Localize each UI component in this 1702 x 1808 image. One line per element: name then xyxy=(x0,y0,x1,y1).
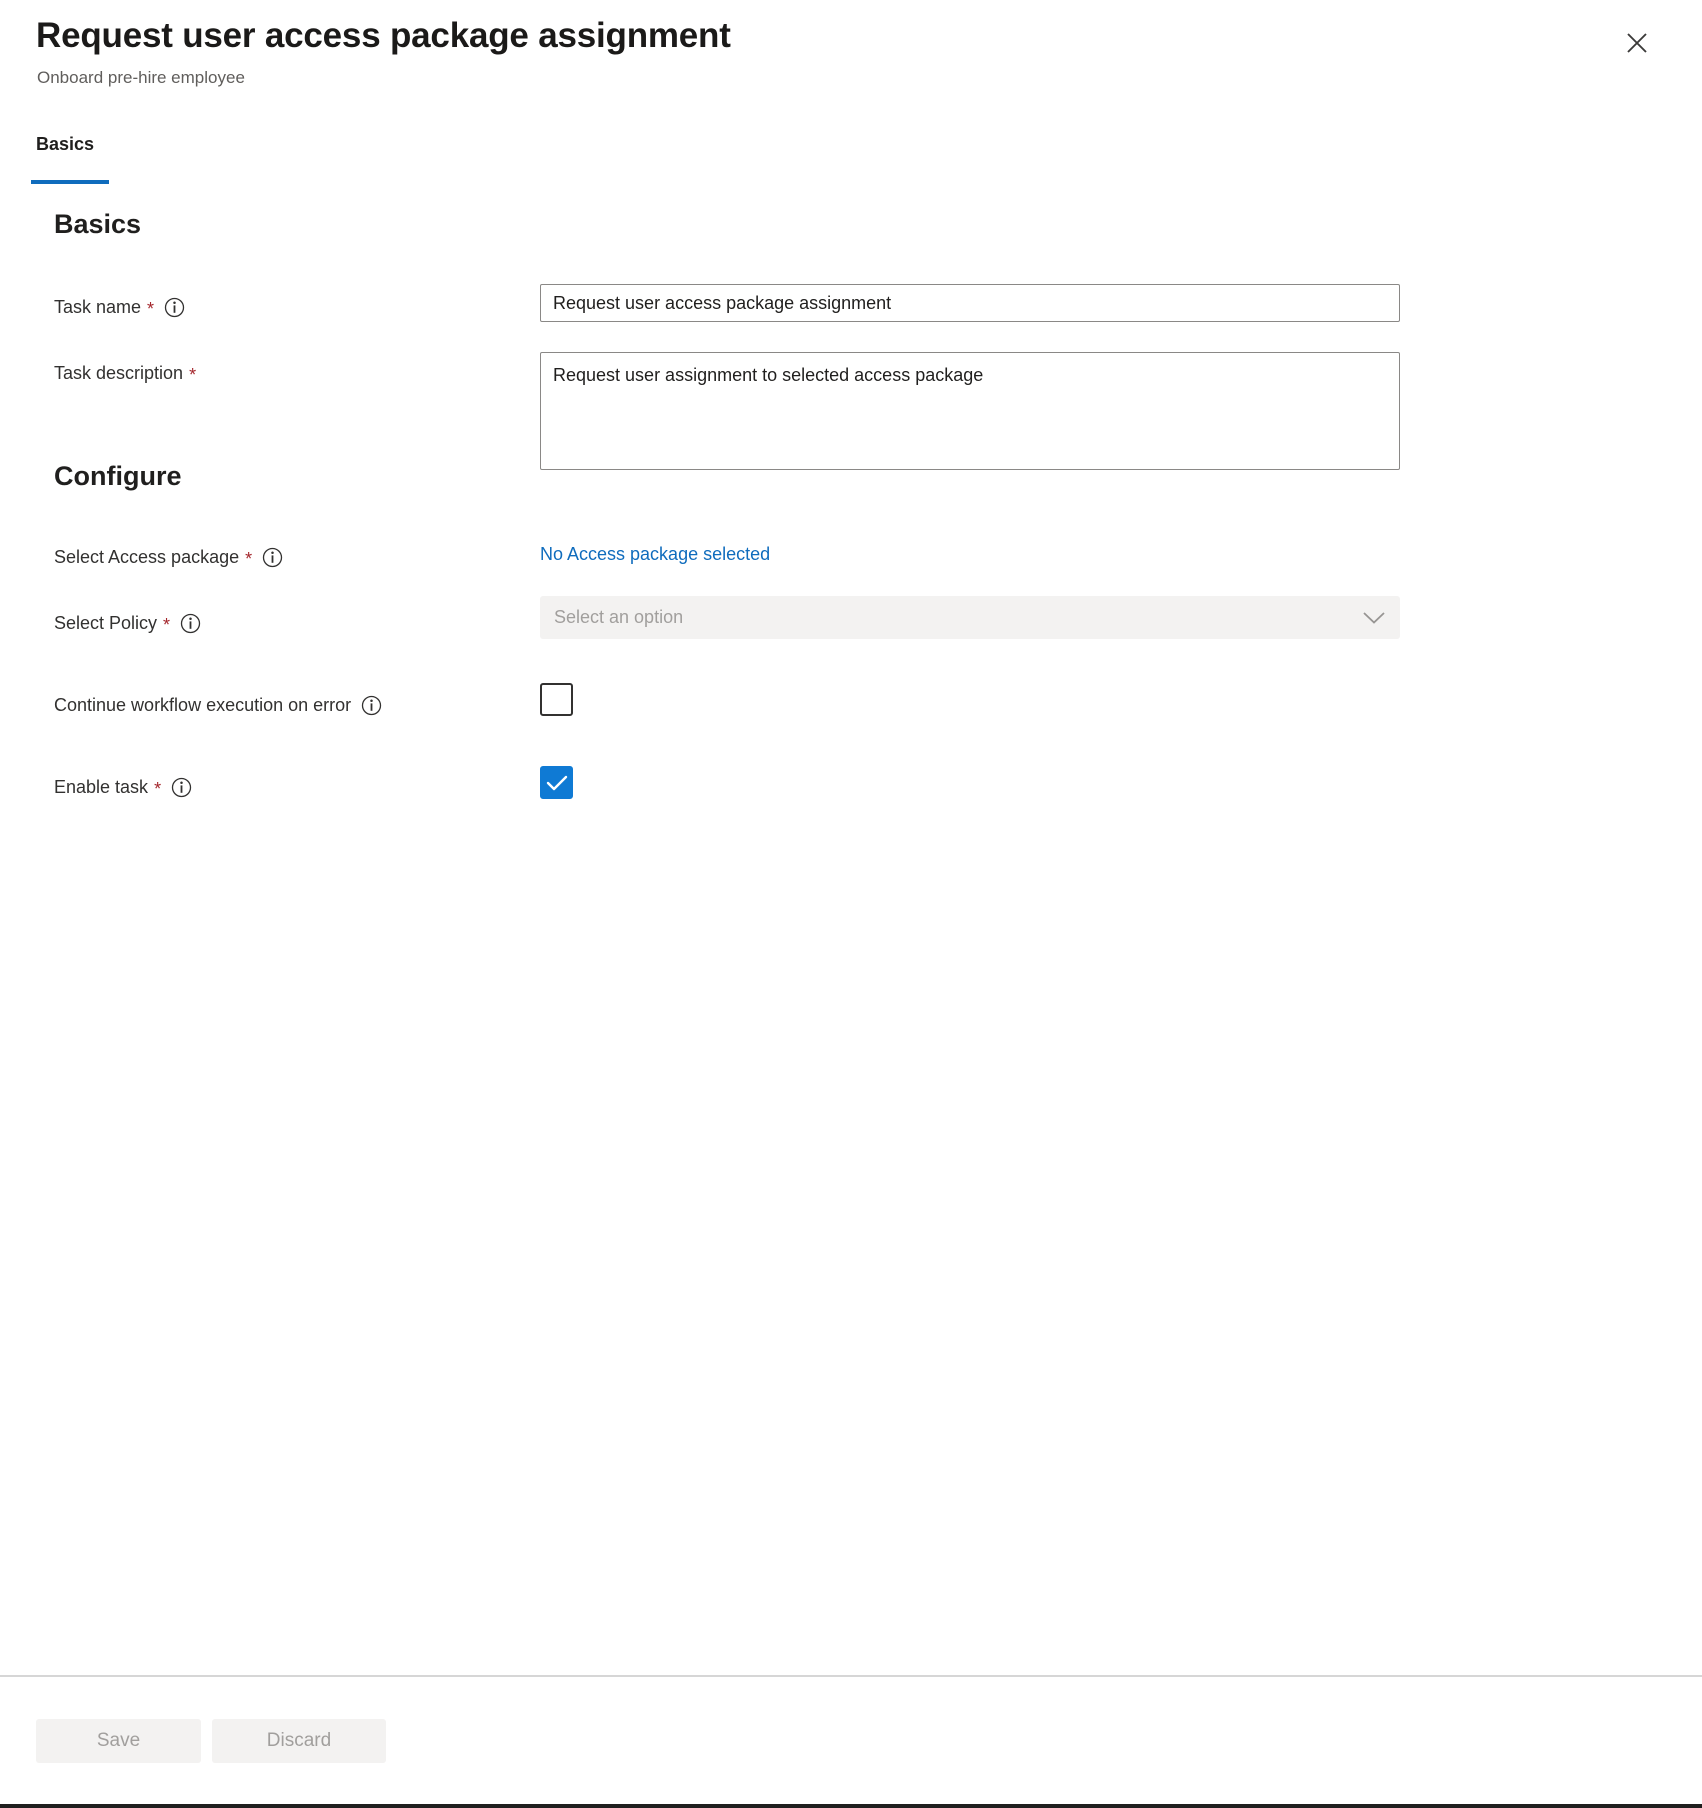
required-asterisk: * xyxy=(189,366,196,384)
label-task-description-text: Task description xyxy=(54,364,183,382)
field-select-policy: Select an option xyxy=(540,596,1400,639)
label-enable-task-text: Enable task xyxy=(54,778,148,796)
section-heading-configure: Configure xyxy=(54,461,182,492)
field-task-description xyxy=(540,352,1400,475)
blade-header: Request user access package assignment O… xyxy=(0,0,1702,120)
tab-basics-underline xyxy=(31,180,109,184)
required-asterisk: * xyxy=(245,550,252,568)
close-button[interactable] xyxy=(1616,22,1658,64)
info-icon[interactable] xyxy=(164,297,185,318)
section-heading-basics: Basics xyxy=(54,209,141,240)
field-continue-workflow-on-error xyxy=(540,683,573,716)
blade-content: Basics Task name * Task description * Co… xyxy=(0,186,1702,1675)
enable-task-checkbox[interactable] xyxy=(540,766,573,799)
info-icon[interactable] xyxy=(180,613,201,634)
select-policy-dropdown[interactable]: Select an option xyxy=(540,596,1400,639)
tabstrip: Basics xyxy=(0,134,1702,186)
tab-basics[interactable]: Basics xyxy=(36,134,94,167)
continue-workflow-on-error-checkbox[interactable] xyxy=(540,683,573,716)
required-asterisk: * xyxy=(147,300,154,318)
window-bottom-bar xyxy=(0,1804,1702,1808)
info-icon[interactable] xyxy=(262,547,283,568)
label-select-access-package: Select Access package * xyxy=(54,546,283,567)
field-task-name xyxy=(540,284,1400,322)
page-subtitle: Onboard pre-hire employee xyxy=(37,68,245,88)
info-icon[interactable] xyxy=(361,695,382,716)
task-name-input[interactable] xyxy=(540,284,1400,322)
label-select-access-package-text: Select Access package xyxy=(54,548,239,566)
label-continue-workflow-on-error: Continue workflow execution on error xyxy=(54,694,382,715)
select-policy-value: Select an option xyxy=(554,607,1362,628)
chevron-down-icon xyxy=(1362,611,1386,625)
task-description-textarea[interactable] xyxy=(540,352,1400,470)
page-title: Request user access package assignment xyxy=(36,14,731,58)
info-icon[interactable] xyxy=(171,777,192,798)
no-access-package-selected-link[interactable]: No Access package selected xyxy=(540,544,770,564)
blade-footer: Save Discard xyxy=(0,1675,1702,1804)
label-task-name-text: Task name xyxy=(54,298,141,316)
field-select-access-package: No Access package selected xyxy=(540,544,770,565)
required-asterisk: * xyxy=(154,780,161,798)
label-select-policy-text: Select Policy xyxy=(54,614,157,632)
label-select-policy: Select Policy * xyxy=(54,612,201,633)
checkmark-icon xyxy=(546,774,568,792)
required-asterisk: * xyxy=(163,616,170,634)
close-icon xyxy=(1624,30,1650,56)
label-enable-task: Enable task * xyxy=(54,776,192,797)
save-button[interactable]: Save xyxy=(36,1719,201,1763)
discard-button[interactable]: Discard xyxy=(212,1719,386,1763)
label-task-name: Task name * xyxy=(54,296,185,317)
field-enable-task xyxy=(540,766,573,799)
label-continue-workflow-on-error-text: Continue workflow execution on error xyxy=(54,696,351,714)
label-task-description: Task description * xyxy=(54,364,196,382)
